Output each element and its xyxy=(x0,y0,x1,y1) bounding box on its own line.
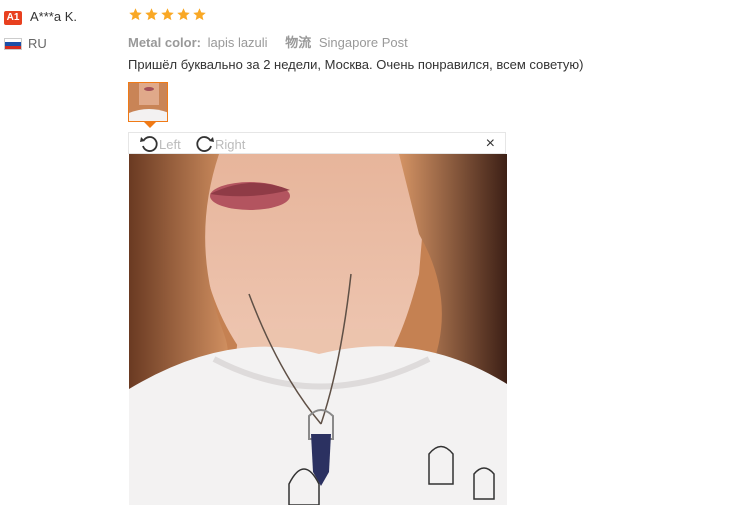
star-rating xyxy=(128,7,207,22)
flag-stripe-red xyxy=(5,45,21,49)
rotate-left-button[interactable]: Left xyxy=(139,134,181,154)
star-icon xyxy=(145,8,158,21)
star-icon xyxy=(177,8,190,21)
attribute-label: Metal color: xyxy=(128,35,201,50)
close-viewer-button[interactable]: × xyxy=(486,135,495,153)
attribute-value: lapis lazuli xyxy=(207,35,268,50)
level-badge: A1 xyxy=(4,11,22,25)
shipping-label: 物流 xyxy=(285,35,312,50)
image-viewer-toolbar: Left Right × xyxy=(128,132,506,154)
review-photo-enlarged xyxy=(129,154,507,505)
thumbnail-image xyxy=(129,83,167,121)
star-icon xyxy=(193,8,206,21)
russia-flag-icon xyxy=(4,38,22,50)
star-icon xyxy=(129,8,142,21)
rotate-left-label: Left xyxy=(159,136,181,152)
shipping-value: Singapore Post xyxy=(318,35,408,50)
reviewer-name: A***a K. xyxy=(30,9,77,24)
rotate-right-label: Right xyxy=(215,136,246,152)
reviewer-country: RU xyxy=(28,36,47,51)
rotate-right-button[interactable]: Right xyxy=(195,134,245,154)
review-meta: Metal color: lapis lazuli 物流 Singapore P… xyxy=(128,32,408,51)
star-icon xyxy=(161,8,174,21)
review-photo-thumbnail[interactable] xyxy=(128,82,168,122)
review-text: Пришёл буквально за 2 недели, Москва. Оч… xyxy=(128,57,584,72)
review-photo-image xyxy=(129,154,507,505)
rotate-right-icon xyxy=(196,136,214,152)
rotate-left-icon xyxy=(140,136,158,152)
thumbnail-selected-indicator xyxy=(144,122,156,128)
